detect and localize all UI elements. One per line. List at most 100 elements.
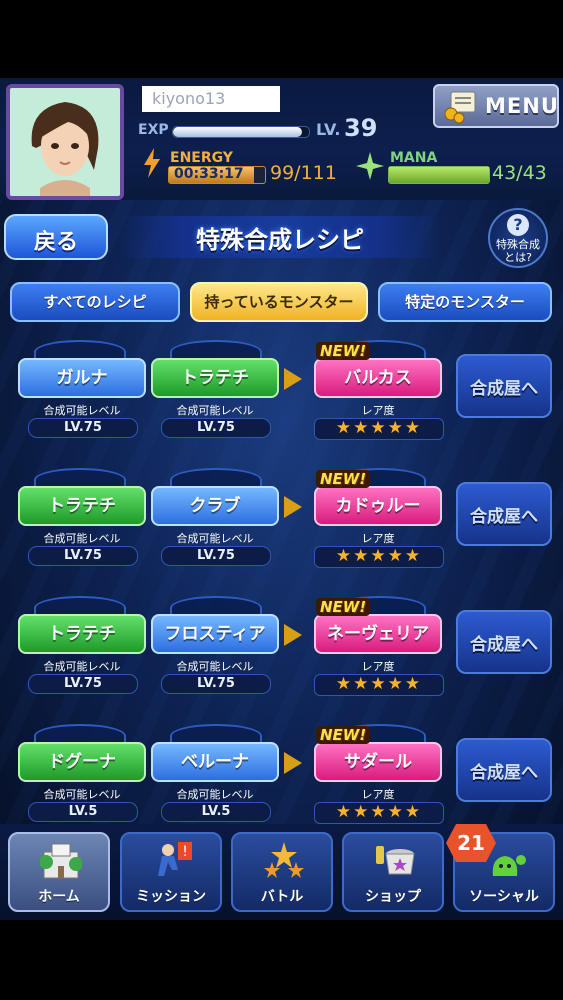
ingredient-2-button[interactable]: トラテチ [151, 358, 279, 398]
status-bar: kiyono13 MENU EXP LV. 39 ENERGY 00:33:17… [0, 78, 563, 200]
nav-battle-label: バトル [260, 889, 304, 905]
help-label-line1: 特殊合成 [496, 238, 540, 251]
question-icon: ? [507, 214, 529, 236]
recipe-row: ドグーナ 合成可能レベル LV.5 ベルーナ 合成可能レベル LV.5 サダール… [0, 724, 563, 836]
go-to-synthesis-button[interactable]: 合成屋へ [456, 610, 552, 674]
new-badge: NEW! [316, 598, 371, 616]
shop-pot-icon [376, 846, 415, 875]
help-label: 特殊合成 とは? [490, 238, 546, 264]
new-badge: NEW! [316, 726, 371, 744]
player-portrait-icon [10, 88, 120, 196]
rarity-label: レア度 [361, 532, 395, 545]
game-screen: kiyono13 MENU EXP LV. 39 ENERGY 00:33:17… [0, 78, 563, 920]
ingredient-2-req-label: 合成可能レベル [176, 532, 254, 545]
ingredient-1-level: LV.75 [28, 418, 138, 438]
notification-badge: 21 [446, 824, 496, 862]
nav-home-label: ホーム [38, 889, 80, 905]
ingredient-2-level: LV.75 [161, 546, 271, 566]
mana-value: 43/43 [492, 162, 547, 184]
bottom-nav: ホーム ! ミッション バトル ショップ ソーシャル 21 [0, 824, 563, 920]
arrow-right-icon [284, 752, 302, 774]
result-monster-button[interactable]: バルカス [314, 358, 442, 398]
exp-label: EXP [138, 122, 169, 138]
ingredient-2-level: LV.5 [161, 802, 271, 822]
arrow-right-icon [284, 496, 302, 518]
svg-text:!: ! [182, 844, 188, 860]
help-button[interactable]: ? 特殊合成 とは? [488, 208, 548, 268]
rarity-label: レア度 [361, 788, 395, 801]
level-value: 39 [344, 114, 378, 142]
nav-mission[interactable]: ! ミッション [120, 832, 222, 912]
nav-shop[interactable]: ショップ [342, 832, 444, 912]
ingredient-2-button[interactable]: フロスティア [151, 614, 279, 654]
avatar[interactable] [6, 84, 124, 200]
mission-icon: ! [158, 842, 192, 876]
username-field: kiyono13 [142, 86, 280, 112]
energy-label: ENERGY [170, 150, 233, 166]
ingredient-1-button[interactable]: ドグーナ [18, 742, 146, 782]
mana-label: MANA [390, 150, 438, 166]
go-to-synthesis-button[interactable]: 合成屋へ [456, 354, 552, 418]
new-badge: NEW! [316, 470, 371, 488]
ingredient-2-level: LV.75 [161, 674, 271, 694]
tab-all-recipes[interactable]: すべてのレシピ [10, 282, 180, 322]
ingredient-1-level: LV.75 [28, 674, 138, 694]
ingredient-1-req-label: 合成可能レベル [43, 788, 121, 801]
home-icon [40, 843, 82, 879]
nav-social-label: ソーシャル [469, 889, 539, 905]
ingredient-1-button[interactable]: トラテチ [18, 614, 146, 654]
menu-label: MENU [485, 94, 559, 118]
exp-progress-bar [172, 126, 310, 138]
menu-button[interactable]: MENU [433, 84, 559, 128]
nav-shop-label: ショップ [365, 889, 421, 905]
tab-owned-monsters[interactable]: 持っているモンスター [190, 282, 368, 322]
nav-home[interactable]: ホーム [8, 832, 110, 912]
go-to-synthesis-label: 合成屋へ [470, 507, 538, 527]
ingredient-1-button[interactable]: トラテチ [18, 486, 146, 526]
arrow-right-icon [284, 624, 302, 646]
rarity-label: レア度 [361, 404, 395, 417]
result-monster-button[interactable]: ネーヴェリア [314, 614, 442, 654]
back-button[interactable]: 戻る [4, 214, 108, 260]
recipe-row: ガルナ 合成可能レベル LV.75 トラテチ 合成可能レベル LV.75 バルカ… [0, 340, 563, 452]
page-title: 特殊合成レシピ [196, 226, 364, 254]
go-to-synthesis-label: 合成屋へ [470, 763, 538, 783]
ingredient-1-req-label: 合成可能レベル [43, 660, 121, 673]
rarity-stars: ★★★★★ [314, 802, 444, 824]
menu-icon [444, 91, 476, 124]
tab-specific-monster[interactable]: 特定のモンスター [378, 282, 552, 322]
energy-bolt-icon [144, 148, 160, 178]
energy-value: 99/111 [270, 162, 337, 184]
go-to-synthesis-button[interactable]: 合成屋へ [456, 738, 552, 802]
rarity-stars: ★★★★★ [314, 546, 444, 568]
new-badge: NEW! [316, 342, 371, 360]
ingredient-1-level: LV.75 [28, 546, 138, 566]
ingredient-2-button[interactable]: ベルーナ [151, 742, 279, 782]
recipe-row: トラテチ 合成可能レベル LV.75 クラブ 合成可能レベル LV.75 カドゥ… [0, 468, 563, 580]
battle-stars-icon [264, 842, 304, 878]
ingredient-1-req-label: 合成可能レベル [43, 532, 121, 545]
ingredient-2-level: LV.75 [161, 418, 271, 438]
level-label: LV. [316, 120, 341, 139]
result-monster-button[interactable]: サダール [314, 742, 442, 782]
ingredient-2-req-label: 合成可能レベル [176, 788, 254, 801]
nav-mission-label: ミッション [136, 889, 206, 905]
rarity-stars: ★★★★★ [314, 674, 444, 696]
go-to-synthesis-label: 合成屋へ [470, 379, 538, 399]
ingredient-1-button[interactable]: ガルナ [18, 358, 146, 398]
ingredient-2-button[interactable]: クラブ [151, 486, 279, 526]
nav-battle[interactable]: バトル [231, 832, 333, 912]
ingredient-1-level: LV.5 [28, 802, 138, 822]
mana-progress-fill [389, 167, 489, 183]
energy-timer: 00:33:17 [174, 166, 244, 182]
ingredient-2-req-label: 合成可能レベル [176, 404, 254, 417]
arrow-right-icon [284, 368, 302, 390]
go-to-synthesis-label: 合成屋へ [470, 635, 538, 655]
go-to-synthesis-button[interactable]: 合成屋へ [456, 482, 552, 546]
recipe-row: トラテチ 合成可能レベル LV.75 フロスティア 合成可能レベル LV.75 … [0, 596, 563, 708]
result-monster-button[interactable]: カドゥルー [314, 486, 442, 526]
rarity-stars: ★★★★★ [314, 418, 444, 440]
rarity-label: レア度 [361, 660, 395, 673]
ingredient-2-req-label: 合成可能レベル [176, 660, 254, 673]
ingredient-1-req-label: 合成可能レベル [43, 404, 121, 417]
